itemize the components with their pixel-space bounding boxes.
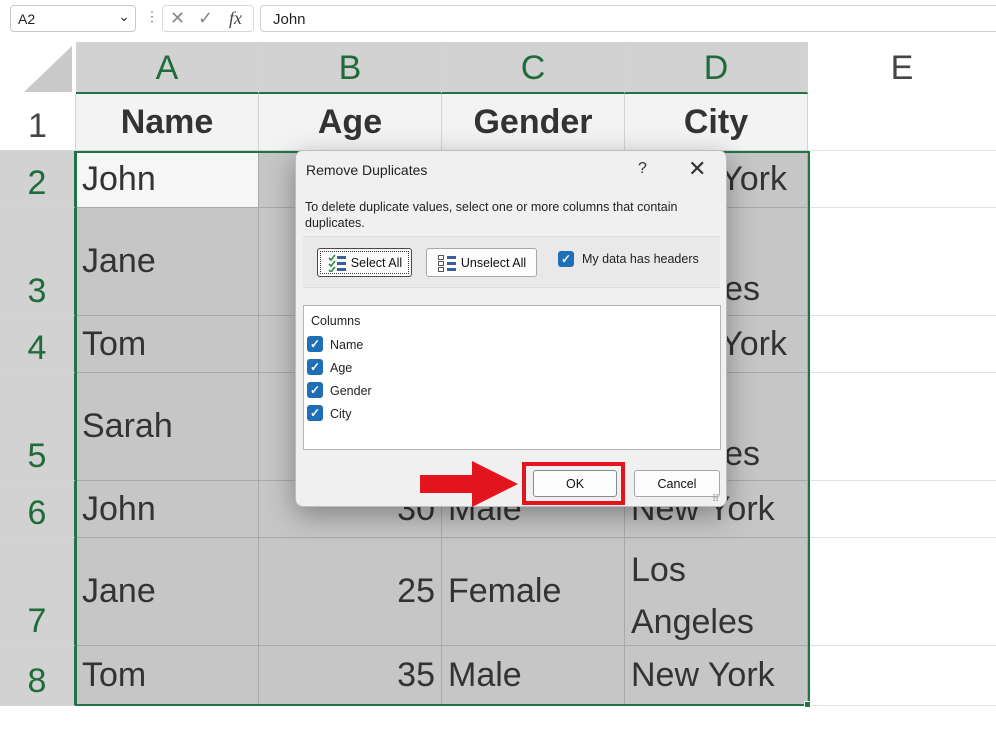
column-label-name[interactable]: Name <box>330 338 363 352</box>
select-all-icon <box>328 254 346 272</box>
cell-d8[interactable]: New York <box>625 646 808 706</box>
column-checkbox-name[interactable]: ✓ <box>307 336 323 352</box>
cell-a3[interactable]: Jane <box>76 208 259 316</box>
cell-text-line-2: Angeles <box>631 603 754 641</box>
cell-e2[interactable] <box>808 151 996 208</box>
column-header-c[interactable]: C <box>442 42 625 94</box>
column-header-a[interactable]: A <box>76 42 259 94</box>
cell-d7[interactable]: Los Angeles <box>625 538 808 646</box>
name-box[interactable]: A2 ⌄ <box>10 5 136 32</box>
unselect-all-button[interactable]: Unselect All <box>426 248 537 277</box>
row-header-4[interactable]: 4 <box>0 316 76 373</box>
select-all-triangle <box>24 46 72 92</box>
cancel-button[interactable]: Cancel <box>634 470 720 497</box>
formula-value: John <box>273 11 306 28</box>
cell-text: York <box>720 324 787 363</box>
cell-a1[interactable]: Name <box>76 94 259 151</box>
remove-duplicates-dialog: Remove Duplicates ? ✕ To delete duplicat… <box>295 150 727 507</box>
insert-function-icon[interactable]: fx <box>229 8 242 29</box>
cell-a7[interactable]: Jane <box>76 538 259 646</box>
cell-a6[interactable]: John <box>76 481 259 538</box>
cell-text: John <box>82 159 156 198</box>
column-header-e[interactable]: E <box>808 42 996 94</box>
cell-e6[interactable] <box>808 481 996 538</box>
column-label-city[interactable]: City <box>330 407 352 421</box>
cell-d1[interactable]: City <box>625 94 808 151</box>
column-header-d[interactable]: D <box>625 42 808 94</box>
column-label-age[interactable]: Age <box>330 361 352 375</box>
unselect-all-icon <box>437 254 456 272</box>
cell-text-line-1: Los <box>631 551 686 589</box>
chevron-down-icon[interactable]: ⌄ <box>118 8 130 25</box>
resize-grip-icon[interactable]: ⠿ <box>712 494 719 505</box>
my-data-has-headers-checkbox[interactable]: ✓ <box>558 251 574 267</box>
columns-header: Columns <box>311 314 361 328</box>
select-all-button[interactable]: Select All <box>317 248 412 277</box>
unselect-all-label: Unselect All <box>460 255 527 270</box>
cell-a8[interactable]: Tom <box>76 646 259 706</box>
cell-text: New York <box>631 656 775 694</box>
row-header-5[interactable]: 5 <box>0 373 76 481</box>
cell-e5[interactable] <box>808 373 996 481</box>
cell-text: Sarah <box>82 407 173 445</box>
fill-handle[interactable] <box>804 701 811 708</box>
formula-input[interactable]: John <box>260 5 996 32</box>
cell-a2[interactable]: John <box>76 151 259 208</box>
cell-c8[interactable]: Male <box>442 646 625 706</box>
cell-text: Jane <box>82 242 156 280</box>
column-checkbox-city[interactable]: ✓ <box>307 405 323 421</box>
row-header-3[interactable]: 3 <box>0 208 76 316</box>
close-button[interactable]: ✕ <box>688 156 706 182</box>
cell-c7[interactable]: Female <box>442 538 625 646</box>
column-header-b[interactable]: B <box>259 42 442 94</box>
dialog-description: To delete duplicate values, select one o… <box>305 200 678 230</box>
more-icon: ⋮ <box>145 8 159 24</box>
cell-c1[interactable]: Gender <box>442 94 625 151</box>
row-header-6[interactable]: 6 <box>0 481 76 538</box>
row-header-2[interactable]: 2 <box>0 151 76 208</box>
cell-b1[interactable]: Age <box>259 94 442 151</box>
row-header-8[interactable]: 8 <box>0 646 76 706</box>
cell-e3[interactable] <box>808 208 996 316</box>
cell-text: John <box>82 489 156 528</box>
column-label-gender[interactable]: Gender <box>330 384 372 398</box>
cell-e1[interactable] <box>808 94 996 151</box>
cell-text: York <box>720 159 787 198</box>
cell-a4[interactable]: Tom <box>76 316 259 373</box>
cell-text: Female <box>448 572 562 610</box>
row-header-7[interactable]: 7 <box>0 538 76 646</box>
help-button[interactable]: ? <box>638 160 647 178</box>
cell-text: es <box>724 270 760 308</box>
cell-e7[interactable] <box>808 538 996 646</box>
cell-text: 35 <box>397 656 435 694</box>
columns-list: Columns ✓ Name ✓ Age ✓ Gender ✓ City <box>303 305 721 450</box>
name-box-value: A2 <box>18 11 36 27</box>
cell-a5[interactable]: Sarah <box>76 373 259 481</box>
cell-text: 25 <box>397 572 435 610</box>
cell-text: Male <box>448 656 522 694</box>
ok-button[interactable]: OK <box>533 470 617 497</box>
formula-buttons: ✕ ✓ fx <box>162 5 254 32</box>
cell-text: Tom <box>82 324 147 363</box>
red-arrow-annotation <box>420 461 518 507</box>
cell-text: Tom <box>82 656 147 694</box>
cell-b7[interactable]: 25 <box>259 538 442 646</box>
cell-text: Jane <box>82 572 156 610</box>
column-checkbox-gender[interactable]: ✓ <box>307 382 323 398</box>
my-data-has-headers-label[interactable]: My data has headers <box>582 252 699 266</box>
row-header-1[interactable]: 1 <box>0 94 76 151</box>
cell-b8[interactable]: 35 <box>259 646 442 706</box>
select-all-label: Select All <box>350 255 403 270</box>
column-checkbox-age[interactable]: ✓ <box>307 359 323 375</box>
cancel-icon[interactable]: ✕ <box>170 8 185 29</box>
cell-e4[interactable] <box>808 316 996 373</box>
cell-e8[interactable] <box>808 646 996 706</box>
dialog-toolbar: Select All Unselect All ✓ My data has he… <box>303 236 720 288</box>
dialog-title: Remove Duplicates <box>306 162 428 178</box>
enter-icon[interactable]: ✓ <box>198 8 213 29</box>
cell-text: es <box>724 435 760 473</box>
